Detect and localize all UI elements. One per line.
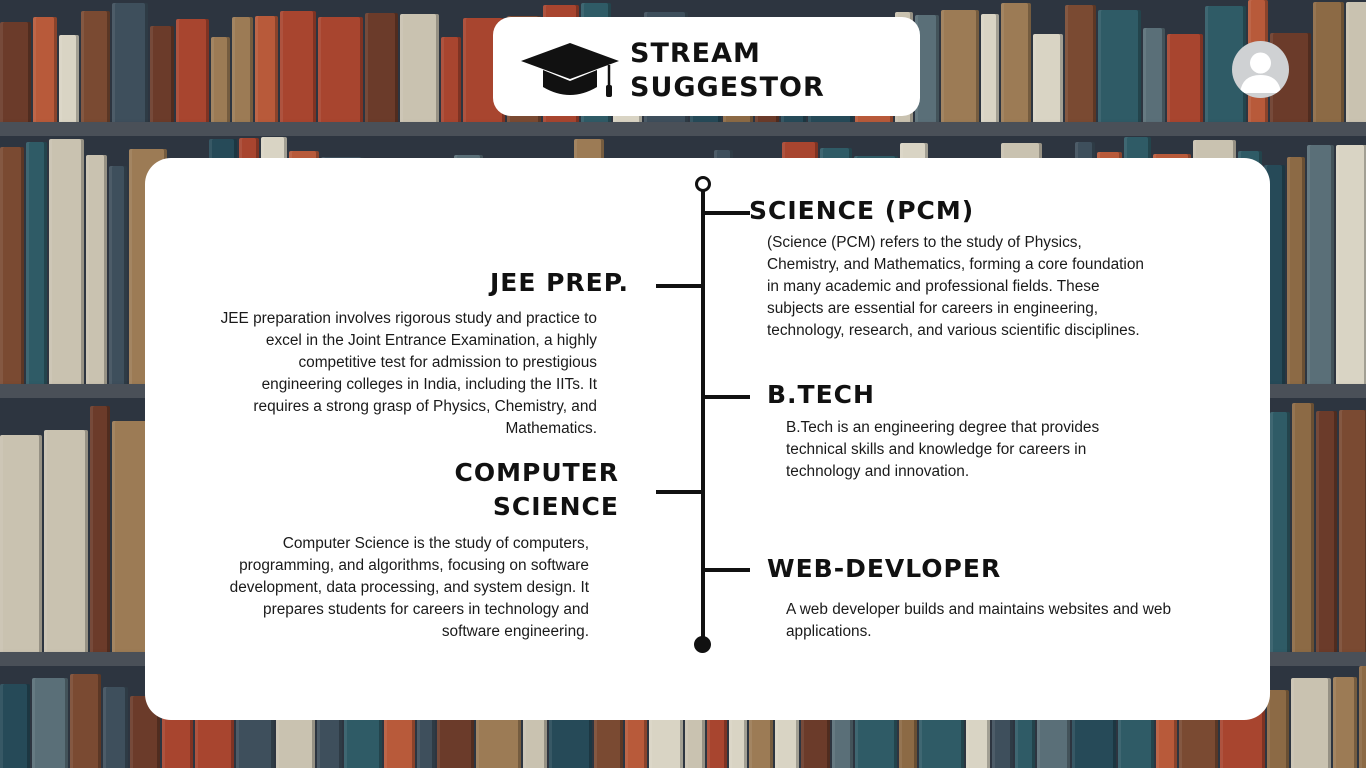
book-spine bbox=[176, 19, 209, 124]
app-header: STREAM SUGGESTOR bbox=[493, 17, 920, 116]
book-spine bbox=[112, 3, 148, 124]
book-spine bbox=[1307, 145, 1334, 386]
stream-description-jee-prep: JEE preparation involves rigorous study … bbox=[220, 310, 597, 437]
stream-description-btech: B.Tech is an engineering degree that pro… bbox=[786, 419, 1100, 480]
book-spine bbox=[1313, 2, 1344, 124]
book-spine bbox=[109, 166, 127, 386]
stream-title-computer-science: COMPUTER SCIENCE bbox=[454, 458, 619, 521]
stream-title-web-developer: WEB-DEVLOPER bbox=[767, 554, 1002, 583]
book-spine bbox=[1033, 34, 1063, 124]
book-spine bbox=[365, 13, 398, 124]
book-spine bbox=[1167, 34, 1203, 124]
book-spine bbox=[26, 142, 47, 386]
timeline-line bbox=[701, 189, 705, 643]
book-spine bbox=[400, 14, 439, 124]
stream-description-computer-science: Computer Science is the study of compute… bbox=[229, 535, 589, 640]
book-spine bbox=[0, 435, 42, 654]
book-spine bbox=[318, 17, 363, 124]
book-spine bbox=[1065, 5, 1096, 124]
timeline-connector bbox=[656, 490, 701, 494]
book-spine bbox=[32, 678, 68, 768]
book-spine bbox=[211, 37, 230, 124]
book-spine bbox=[280, 11, 316, 124]
timeline-connector bbox=[705, 395, 750, 399]
book-spine bbox=[150, 26, 174, 124]
book-spine bbox=[232, 17, 253, 124]
book-spine bbox=[1270, 412, 1290, 654]
timeline-end-node bbox=[694, 636, 711, 653]
book-spine bbox=[0, 147, 24, 386]
book-spine bbox=[1336, 145, 1366, 386]
book-spine bbox=[981, 14, 999, 124]
book-spine bbox=[1001, 3, 1031, 124]
book-spine bbox=[70, 674, 101, 768]
book-spine bbox=[1143, 28, 1165, 124]
shelf-plank bbox=[0, 122, 1366, 136]
timeline-connector bbox=[705, 568, 750, 572]
book-spine bbox=[1316, 411, 1337, 654]
book-spine bbox=[33, 17, 57, 124]
book-spine bbox=[441, 37, 461, 124]
app-title: STREAM SUGGESTOR bbox=[630, 38, 825, 103]
book-spine bbox=[0, 684, 30, 768]
book-spine bbox=[1267, 690, 1289, 768]
book-spine bbox=[1292, 403, 1314, 654]
book-spine bbox=[1098, 10, 1141, 124]
timeline-connector bbox=[705, 211, 750, 215]
stream-description-web-developer: A web developer builds and maintains web… bbox=[786, 601, 1172, 640]
book-spine bbox=[1333, 677, 1357, 768]
stream-title-science-pcm: SCIENCE (PCM) bbox=[749, 196, 975, 225]
user-avatar-icon bbox=[1240, 52, 1281, 93]
book-spine bbox=[1287, 157, 1305, 386]
timeline-connector bbox=[656, 284, 701, 288]
stream-description-science-pcm: (Science (PCM) refers to the study of Ph… bbox=[767, 234, 1144, 339]
stream-title-jee-prep: JEE PREP. bbox=[489, 268, 629, 297]
book-spine bbox=[1291, 678, 1331, 768]
timeline-start-node bbox=[695, 176, 711, 192]
graduation-cap-icon bbox=[521, 43, 619, 97]
book-spine bbox=[49, 139, 84, 386]
stream-title-btech: B.TECH bbox=[767, 380, 875, 409]
book-spine bbox=[44, 430, 88, 654]
book-spine bbox=[103, 687, 128, 768]
book-spine bbox=[1346, 2, 1366, 124]
book-spine bbox=[255, 16, 278, 124]
book-spine bbox=[59, 35, 79, 124]
book-spine bbox=[81, 11, 110, 124]
book-spine bbox=[1339, 410, 1366, 654]
book-spine bbox=[90, 406, 110, 654]
book-spine bbox=[0, 22, 31, 124]
book-spine bbox=[1359, 666, 1366, 768]
book-spine bbox=[86, 155, 107, 386]
profile-avatar[interactable] bbox=[1232, 41, 1289, 98]
book-spine bbox=[941, 10, 979, 124]
